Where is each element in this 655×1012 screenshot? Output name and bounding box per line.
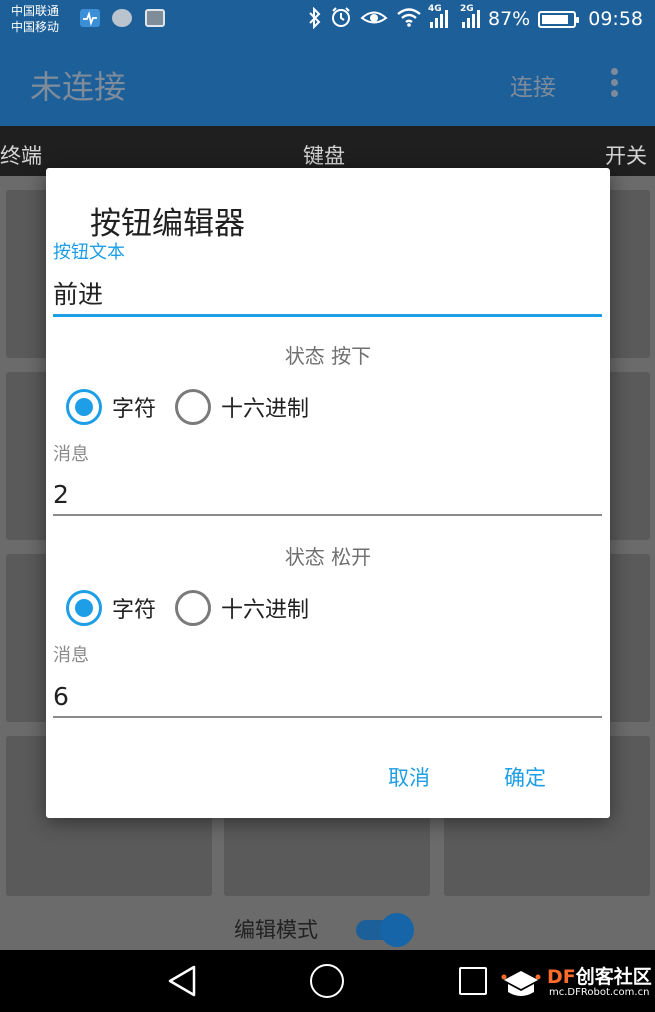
edit-mode-switch-thumb[interactable] (380, 913, 414, 947)
alarm-clock-icon (330, 6, 352, 33)
pressed-hex-radio-circle[interactable] (175, 389, 211, 425)
connection-status-title: 未连接 (30, 68, 127, 106)
released-hex-radio-label: 十六进制 (221, 598, 310, 623)
back-icon[interactable] (166, 964, 198, 1002)
status-bar: 中国联通 中国移动 4G 2G 87% 09:58 (0, 0, 655, 38)
dfrobot-logo-icon (500, 967, 542, 1003)
dialog-title: 按钮编辑器 (90, 206, 245, 242)
recent-apps-icon[interactable] (459, 967, 487, 995)
tab-switch[interactable]: 开关 (605, 140, 647, 170)
released-state-heading: 状态 松开 (284, 545, 372, 569)
released-message-input[interactable] (53, 676, 602, 716)
overflow-menu-icon[interactable] (606, 68, 622, 98)
health-app-notification-icon (80, 9, 100, 27)
released-char-radio-circle[interactable] (66, 590, 102, 626)
eye-comfort-icon (360, 7, 388, 32)
pressed-hex-radio[interactable]: 十六进制 (175, 389, 309, 425)
released-hex-radio-circle[interactable] (175, 590, 211, 626)
carrier-2: 中国移动 (11, 20, 60, 34)
ok-button[interactable]: 确定 (498, 758, 552, 796)
edit-mode-row: 编辑模式 (0, 906, 655, 950)
watermark-url: mc.DFRobot.com.cn (549, 987, 650, 998)
cancel-button[interactable]: 取消 (382, 758, 436, 796)
pressed-message-underline (53, 514, 602, 516)
status-icons: 4G 2G 87% 09:58 (308, 0, 643, 38)
tab-keyboard[interactable]: 键盘 (303, 140, 345, 170)
wifi-icon (396, 7, 422, 32)
carrier-1: 中国联通 (11, 4, 60, 18)
tab-terminal[interactable]: 终端 (0, 140, 42, 170)
pressed-char-radio-label: 字符 (112, 397, 157, 422)
released-char-radio-label: 字符 (112, 598, 157, 623)
navigation-bar: DF创客社区 mc.DFRobot.com.cn (0, 950, 655, 1012)
watermark-brand: DF创客社区 (547, 962, 652, 989)
button-editor-dialog: 按钮编辑器 按钮文本 状态 按下 字符 十六进制 消息 状态 松开 字符 十六进… (46, 168, 610, 818)
released-message-label: 消息 (53, 645, 89, 666)
battery-fill (542, 14, 569, 24)
network-type-1: 4G (428, 4, 442, 14)
button-text-underline (53, 314, 602, 317)
button-text-input[interactable] (53, 271, 602, 315)
released-hex-radio[interactable]: 十六进制 (175, 590, 309, 626)
signal-4g-icon: 4G (428, 4, 448, 28)
watermark-brand-suffix: 创客社区 (575, 966, 652, 988)
released-char-radio[interactable]: 字符 (66, 590, 156, 626)
battery-icon (538, 10, 580, 28)
bluetooth-icon (308, 6, 322, 32)
battery-percent: 87% (488, 8, 531, 30)
gallery-notification-icon (145, 9, 165, 27)
button-text-label: 按钮文本 (53, 242, 125, 263)
pressed-message-label: 消息 (53, 444, 89, 465)
pressed-char-radio-circle[interactable] (66, 389, 102, 425)
pressed-hex-radio-label: 十六进制 (221, 397, 310, 422)
edit-mode-label: 编辑模式 (234, 918, 318, 942)
carrier-info: 中国联通 中国移动 (11, 3, 59, 35)
network-type-2: 2G (460, 4, 474, 14)
clock: 09:58 (588, 8, 643, 30)
connect-button[interactable]: 连接 (510, 68, 556, 102)
avatar-notification-icon (112, 9, 132, 27)
pressed-char-radio[interactable]: 字符 (66, 389, 156, 425)
released-message-underline (53, 716, 602, 718)
pressed-state-heading: 状态 按下 (284, 344, 372, 368)
signal-2g-icon: 2G (460, 4, 480, 28)
pressed-message-input[interactable] (53, 474, 602, 514)
app-bar: 未连接 连接 (0, 38, 655, 126)
watermark-brand-prefix: DF (547, 966, 576, 988)
home-icon[interactable] (310, 964, 344, 998)
